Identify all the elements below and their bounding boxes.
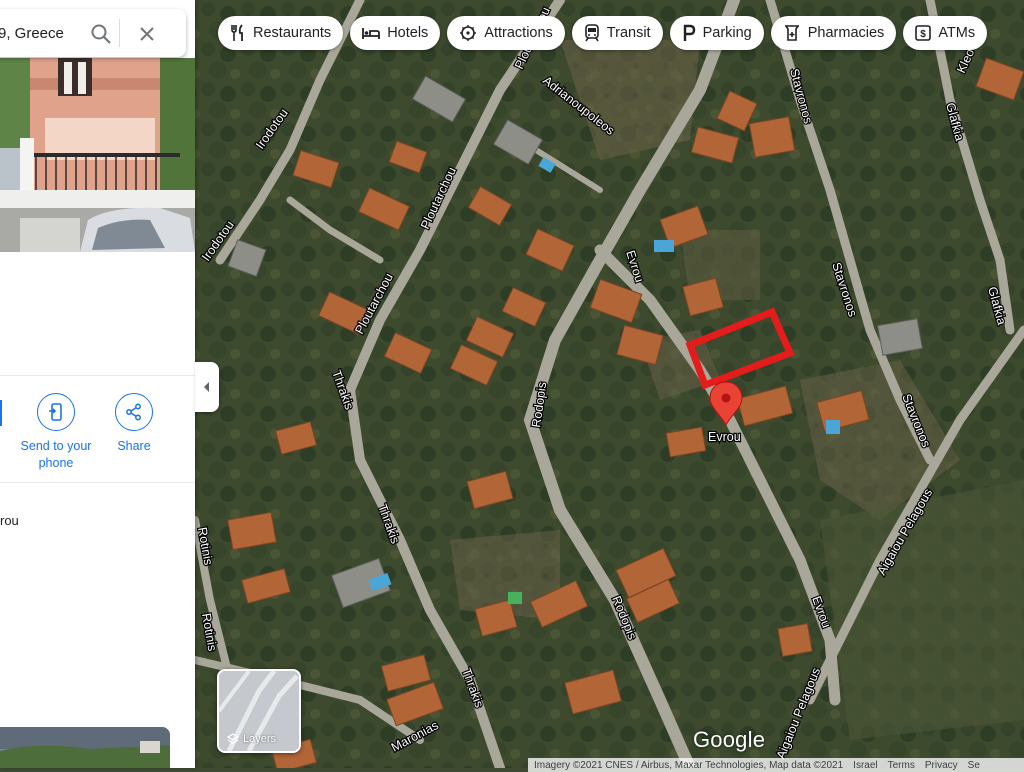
chip-label: Restaurants <box>253 25 332 41</box>
chip-label: Parking <box>702 25 752 41</box>
pharmacy-icon <box>784 25 799 41</box>
chevron-left-icon <box>204 382 209 392</box>
chip-hotels[interactable]: Hotels <box>350 16 441 50</box>
address-text: rou <box>0 513 19 528</box>
map-footer: Imagery ©2021 CNES / Airbus, Maxar Techn… <box>528 758 1024 772</box>
attractions-icon <box>460 25 477 41</box>
place-photo[interactable] <box>0 58 195 252</box>
send-to-phone-button[interactable]: Send to your phone <box>18 393 94 472</box>
footer-link-terms[interactable]: Terms <box>888 760 915 771</box>
chip-label: Attractions <box>484 25 553 41</box>
share-icon <box>115 393 153 431</box>
close-icon[interactable] <box>136 23 158 45</box>
chip-label: Hotels <box>387 25 429 41</box>
layers-icon <box>227 733 239 744</box>
place-details-panel: Send to your phone Share rou <box>0 0 195 768</box>
share-label: Share <box>117 439 151 453</box>
chip-label: Pharmacies <box>807 25 885 41</box>
layers-label: Layers <box>243 733 277 745</box>
chip-pharmacies[interactable]: Pharmacies <box>770 16 897 50</box>
layers-button[interactable]: Layers <box>217 669 301 753</box>
chip-parking[interactable]: Parking <box>669 16 764 50</box>
send-to-phone-label: Send to your phone <box>20 439 92 470</box>
category-chips: Restaurants Hotels Attractions Transit P… <box>218 16 988 50</box>
divider <box>0 375 195 376</box>
search-box[interactable]: 9, Greece <box>0 9 186 57</box>
share-button[interactable]: Share <box>96 393 172 455</box>
atm-icon: $ <box>915 25 932 41</box>
photo-thumbnail[interactable] <box>0 727 170 768</box>
street-label-evrou: Evrou <box>708 430 741 444</box>
chip-label: Transit <box>606 25 651 41</box>
chip-transit[interactable]: Transit <box>571 16 663 50</box>
footer-link-privacy[interactable]: Privacy <box>925 760 958 771</box>
transit-icon <box>584 24 599 42</box>
restaurant-icon <box>231 24 243 41</box>
send-to-phone-icon <box>37 393 75 431</box>
search-icon[interactable] <box>90 23 112 45</box>
parking-icon <box>683 24 695 41</box>
chip-attractions[interactable]: Attractions <box>447 16 565 50</box>
google-logo: Google <box>693 727 766 752</box>
directions-action-partial[interactable] <box>0 400 2 426</box>
footer-link-region[interactable]: Israel <box>853 760 877 771</box>
svg-text:$: $ <box>921 29 927 40</box>
imagery-attribution: Imagery ©2021 CNES / Airbus, Maxar Techn… <box>534 759 844 771</box>
chip-atms[interactable]: $ ATMs <box>903 16 988 50</box>
chip-label: ATMs <box>938 25 976 41</box>
divider <box>0 482 195 483</box>
layers-label-group: Layers <box>227 733 276 745</box>
hotel-icon <box>362 28 381 39</box>
chip-restaurants[interactable]: Restaurants <box>218 16 344 50</box>
divider <box>119 19 120 47</box>
footer-link-send-feedback[interactable]: Se <box>968 760 980 771</box>
collapse-panel-button[interactable] <box>195 362 219 412</box>
search-input[interactable]: 9, Greece <box>0 25 64 42</box>
